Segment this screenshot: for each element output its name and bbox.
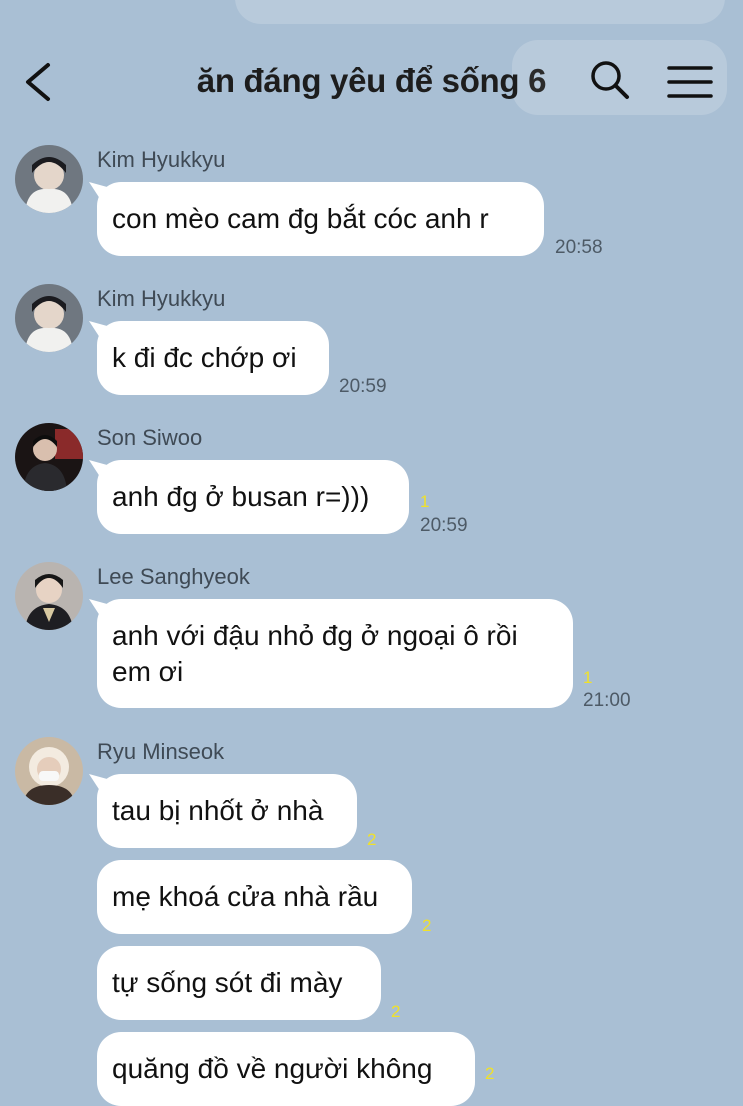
sender-name: Lee Sanghyeok [97, 564, 250, 589]
message-text: anh với đậu nhỏ đg ở ngoại ô rồi em ơi [112, 619, 518, 687]
message-bubble[interactable]: tau bị nhốt ở nhà [97, 774, 357, 848]
unread-count: 2 [391, 1002, 401, 1021]
avatar-image [15, 423, 83, 491]
avatar[interactable] [15, 423, 83, 491]
message-bubble[interactable]: tự sống sót đi mày [97, 946, 381, 1020]
chat-header: ăn đáng yêu để sống 6 [0, 40, 743, 120]
unread-count: 1 [583, 668, 593, 687]
unread-count: 2 [422, 916, 432, 935]
message-time: 20:59 [339, 376, 387, 397]
sender-name: Kim Hyukkyu [97, 286, 226, 311]
previous-message-ghost [235, 0, 725, 24]
search-icon [591, 61, 629, 99]
unread-count: 2 [485, 1064, 495, 1083]
avatar[interactable] [15, 737, 83, 805]
message-bubble[interactable]: mẹ khoá cửa nhà rầu [97, 860, 412, 934]
menu-button[interactable] [666, 62, 714, 102]
message-text: anh đg ở busan r=))) [112, 481, 370, 512]
message-bubble[interactable]: k đi đc chớp ơi [97, 321, 329, 395]
message-bubble[interactable]: anh với đậu nhỏ đg ở ngoại ô rồi em ơi [97, 599, 573, 708]
avatar[interactable] [15, 562, 83, 630]
unread-count: 2 [367, 830, 377, 849]
message-bubble[interactable]: con mèo cam đg bắt cóc anh r [97, 182, 544, 256]
message-text: mẹ khoá cửa nhà rầu [112, 881, 379, 912]
message-time: 21:00 [583, 690, 631, 711]
message-text: k đi đc chớp ơi [112, 342, 297, 373]
search-button[interactable] [588, 58, 632, 102]
avatar-image [15, 562, 83, 630]
message-text: tự sống sót đi mày [112, 967, 343, 998]
message-time: 20:58 [555, 237, 603, 258]
hamburger-menu-icon [667, 66, 713, 98]
unread-count: 1 [420, 492, 430, 511]
avatar-image [15, 737, 83, 805]
sender-name: Ryu Minseok [97, 739, 225, 764]
message-text: quăng đồ về người không [112, 1053, 433, 1084]
message-time: 20:59 [420, 515, 468, 536]
member-count: 6 [528, 62, 547, 99]
sender-name: Son Siwoo [97, 425, 203, 450]
avatar[interactable] [15, 284, 83, 352]
avatar-image [15, 145, 83, 213]
avatar-image [15, 284, 83, 352]
chat-title-text: ăn đáng yêu để sống [196, 62, 520, 99]
avatar[interactable] [15, 145, 83, 213]
sender-name: Kim Hyukkyu [97, 147, 226, 172]
message-bubble[interactable]: anh đg ở busan r=))) [97, 460, 409, 534]
message-bubble[interactable]: quăng đồ về người không [97, 1032, 475, 1106]
message-text: tau bị nhốt ở nhà [112, 795, 324, 826]
message-text: con mèo cam đg bắt cóc anh r [112, 203, 489, 234]
